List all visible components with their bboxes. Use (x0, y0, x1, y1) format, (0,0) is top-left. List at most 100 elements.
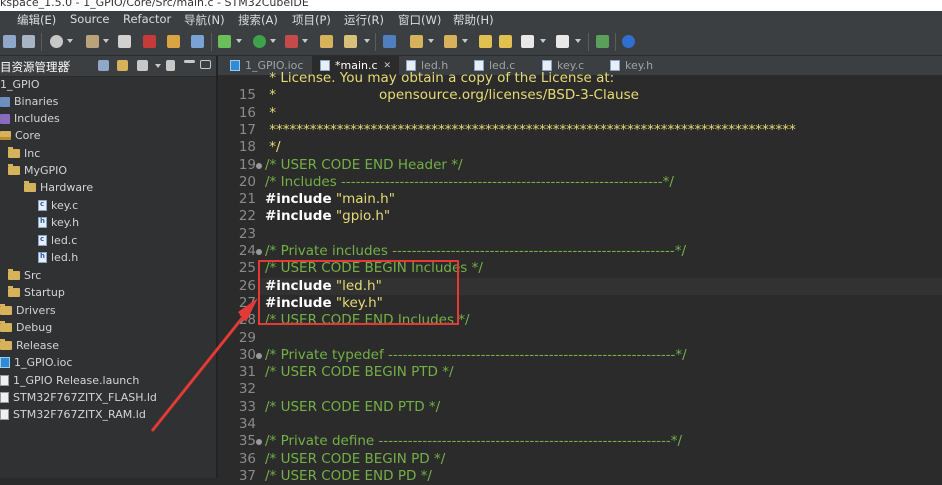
save-all-icon[interactable] (22, 35, 35, 48)
pencil-icon[interactable] (344, 35, 357, 48)
tree-item-project[interactable]: 1_GPIO (0, 76, 40, 93)
code-line[interactable]: */ (265, 139, 281, 156)
build-hammer-icon[interactable] (86, 35, 99, 48)
line-number: 35 (238, 433, 256, 449)
main-toolbar (0, 29, 942, 56)
external-tools-icon[interactable] (285, 35, 298, 48)
run-icon[interactable] (253, 35, 266, 48)
tree-item-flash-ld[interactable]: STM32F767ZITX_FLASH.ld (0, 389, 157, 406)
annotation-next-icon[interactable] (410, 35, 423, 48)
code-line[interactable]: /* USER CODE END PD */ (265, 468, 432, 485)
line-number: 28 (238, 312, 256, 328)
document-icon[interactable] (118, 35, 131, 48)
tree-item-inc[interactable]: Inc (8, 145, 40, 162)
folder-icon (0, 321, 12, 332)
h-file-icon (38, 217, 47, 228)
tree-item-release[interactable]: Release (0, 337, 59, 354)
code-comment: /* Private includes --------------------… (265, 243, 687, 259)
code-string: */ (265, 139, 281, 155)
back-arrow-icon[interactable] (521, 35, 534, 48)
code-line[interactable]: ****************************************… (265, 122, 796, 139)
view-menu-icon[interactable] (166, 60, 175, 71)
menu-source[interactable]: Source (70, 12, 110, 26)
save-icon[interactable] (3, 35, 16, 48)
code-line[interactable]: /* Private typedef ---------------------… (265, 347, 687, 364)
code-line[interactable]: /* USER CODE BEGIN PTD */ (265, 364, 454, 381)
close-icon[interactable]: ✕ (384, 61, 392, 71)
code-line[interactable]: * License. You may obtain a copy of the … (265, 70, 614, 87)
fold-toggle-icon[interactable] (256, 353, 262, 359)
menu-search[interactable]: 搜索(A) (238, 12, 278, 28)
last-edit-icon[interactable] (479, 35, 492, 48)
tree-item-ioc[interactable]: 1_GPIO.ioc (0, 354, 72, 371)
filter-icon[interactable] (137, 60, 148, 71)
info-icon[interactable] (622, 35, 635, 48)
menu-window[interactable]: 窗口(W) (398, 12, 441, 28)
code-line[interactable]: * opensource.org/licenses/BSD-3-Clause (265, 87, 639, 104)
tree-item-key-h[interactable]: key.h (38, 214, 79, 231)
code-line[interactable]: #include "main.h" (265, 191, 395, 208)
launch-file-icon (0, 375, 9, 386)
tree-item-key-c[interactable]: key.c (38, 197, 78, 214)
line-number: 29 (238, 330, 256, 346)
tree-item-launch[interactable]: 1_GPIO Release.launch (0, 372, 139, 389)
back-nav-icon[interactable] (499, 35, 512, 48)
tree-item-includes[interactable]: Includes (0, 110, 60, 127)
tree-item-hardware[interactable]: Hardware (24, 179, 93, 196)
code-line[interactable]: /* Includes ----------------------------… (265, 174, 674, 191)
chip-icon[interactable] (191, 35, 204, 48)
terminal-icon[interactable] (596, 35, 609, 48)
tree-item-src[interactable]: Src (8, 267, 41, 284)
fold-toggle-icon[interactable] (256, 439, 262, 445)
code-line[interactable]: /* Private define ----------------------… (265, 433, 682, 450)
tree-item-mygpio[interactable]: MyGPIO (8, 162, 67, 179)
tree-item-startup[interactable]: Startup (8, 284, 65, 301)
code-line[interactable]: /* USER CODE END PTD */ (265, 399, 440, 416)
tree-item-binaries[interactable]: Binaries (0, 93, 58, 110)
code-line[interactable]: /* Private includes --------------------… (265, 243, 686, 260)
maximize-icon[interactable] (200, 60, 211, 69)
line-number: 23 (238, 226, 256, 242)
minimize-icon[interactable] (184, 60, 195, 63)
menu-refactor[interactable]: Refactor (123, 12, 171, 26)
tree-item-core[interactable]: Core (0, 127, 40, 144)
line-number: 19 (238, 157, 256, 173)
line-number: 22 (238, 208, 256, 224)
debug-icon[interactable] (218, 35, 231, 48)
fold-toggle-icon[interactable] (256, 249, 262, 255)
code-string: * (265, 105, 277, 121)
hand-tool-icon[interactable] (167, 35, 180, 48)
highlight-icon[interactable] (383, 35, 396, 48)
close-icon[interactable]: ✕ (63, 59, 71, 70)
menu-project[interactable]: 项目(P) (292, 12, 331, 28)
code-line[interactable]: /* USER CODE END Header */ (265, 157, 463, 174)
binaries-icon (0, 96, 10, 107)
tree-item-debug[interactable]: Debug (0, 319, 52, 336)
code-line[interactable]: * (265, 105, 276, 122)
tree-item-led-c[interactable]: led.c (38, 232, 77, 249)
menu-edit[interactable]: 编辑(E) (17, 12, 56, 28)
line-number: 26 (238, 278, 256, 294)
menu-bar: 编辑(E) Source Refactor 导航(N) 搜索(A) 项目(P) … (0, 11, 942, 29)
c-file-icon (38, 235, 47, 246)
code-line[interactable]: /* USER CODE BEGIN PD */ (265, 451, 445, 468)
line-number: 20 (238, 174, 256, 190)
link-editor-icon[interactable] (117, 60, 128, 71)
annotation-prev-icon[interactable] (444, 35, 457, 48)
forward-arrow-icon[interactable] (556, 35, 569, 48)
line-number: 21 (238, 191, 256, 207)
debug-stop-icon[interactable] (143, 35, 156, 48)
tree-item-ram-ld[interactable]: STM32F767ZITX_RAM.ld (0, 406, 146, 423)
code-comment: /* Includes ----------------------------… (265, 174, 674, 190)
tree-item-drivers[interactable]: Drivers (0, 302, 56, 319)
fold-toggle-icon[interactable] (256, 163, 262, 169)
tree-item-led-h[interactable]: led.h (38, 249, 78, 266)
menu-navigate[interactable]: 导航(N) (184, 12, 225, 28)
folder-icon (0, 131, 11, 140)
settings-icon[interactable] (50, 35, 63, 48)
open-folder-icon[interactable] (320, 35, 333, 48)
code-line[interactable]: #include "gpio.h" (265, 208, 390, 225)
menu-help[interactable]: 帮助(H) (453, 12, 494, 28)
menu-run[interactable]: 运行(R) (344, 12, 384, 28)
collapse-all-icon[interactable] (98, 60, 109, 71)
